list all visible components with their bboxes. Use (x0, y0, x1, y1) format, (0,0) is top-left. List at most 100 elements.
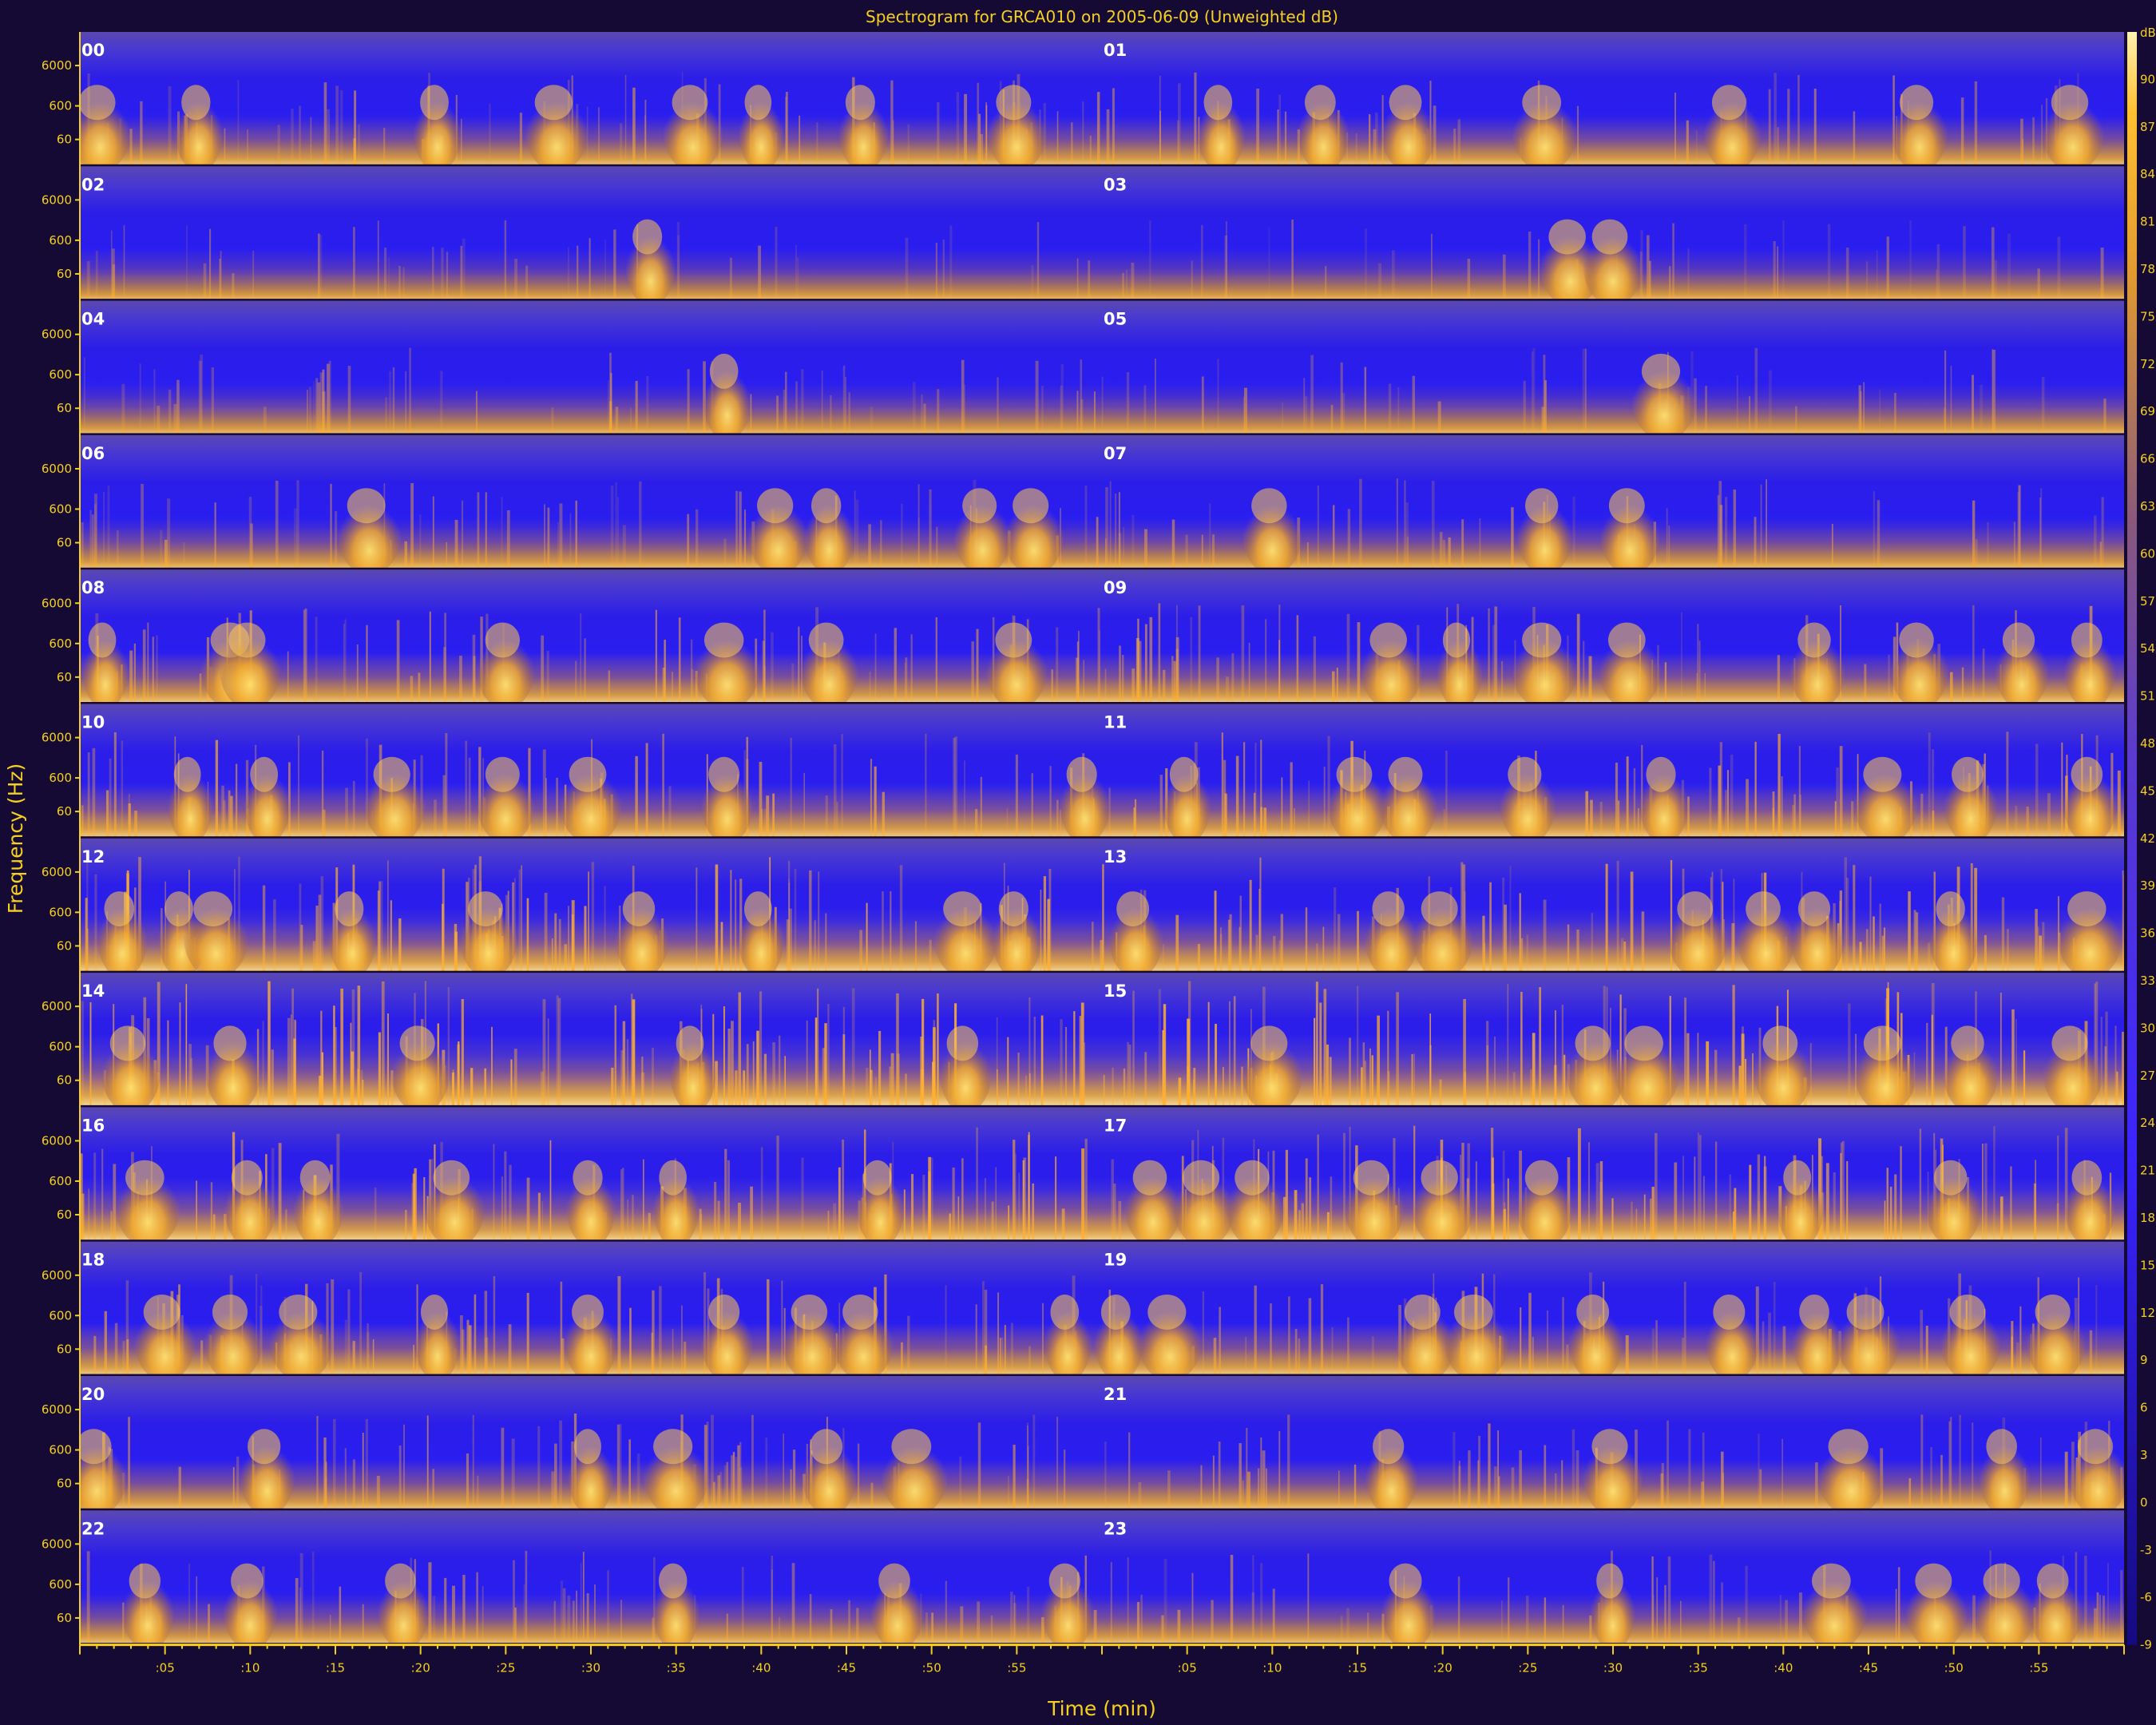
acoustic-event-peak (573, 1160, 603, 1196)
spectral-streak (2122, 1031, 2124, 1106)
spectral-streak (1442, 540, 1446, 569)
spectral-streak (2035, 909, 2038, 972)
acoustic-event-peak (212, 1295, 248, 1330)
spectral-streak (1543, 899, 1547, 972)
spectral-streak (928, 1156, 932, 1240)
spectral-streak (1282, 402, 1283, 434)
spectral-streak (1032, 1414, 1036, 1509)
spectral-streak (1112, 88, 1115, 165)
spectral-streak (1713, 1560, 1715, 1644)
color-bar-tick-label: -6 (2140, 1590, 2152, 1604)
color-bar-gradient (2127, 32, 2137, 1645)
spectral-streak (737, 1445, 740, 1509)
acoustic-event-peak (2051, 1025, 2088, 1061)
spectral-streak (1162, 1029, 1164, 1106)
spectral-streak (911, 1174, 914, 1240)
spectral-streak (997, 1292, 999, 1374)
spectral-streak (1719, 742, 1722, 837)
spectral-streak (1479, 518, 1481, 569)
spectral-streak (1201, 534, 1203, 569)
spectral-streak (1617, 800, 1620, 837)
spectral-streak (1702, 1176, 1705, 1240)
spectral-streak (1340, 1616, 1343, 1644)
spectral-streak (360, 1069, 363, 1106)
spectral-streak (2100, 247, 2104, 299)
color-bar-tick-label: 33 (2140, 974, 2155, 988)
spectral-streak (580, 613, 582, 703)
spectral-streak (454, 519, 458, 569)
acoustic-event-peak (2071, 756, 2103, 792)
spectral-streak (208, 1604, 210, 1644)
spectral-streak (684, 1342, 687, 1374)
spectral-streak (110, 1211, 113, 1240)
spectral-streak (1731, 922, 1735, 972)
spectral-streak (1944, 350, 1947, 434)
spectral-streak (1167, 1470, 1171, 1509)
spectral-streak (1980, 384, 1984, 434)
spectral-streak (1349, 1037, 1351, 1106)
spectral-streak (1836, 767, 1839, 837)
spectral-streak (790, 1469, 792, 1509)
spectrogram-panel: 60006006000 01 (42, 32, 2124, 167)
spectral-streak (1599, 1160, 1603, 1240)
spectral-streak (1507, 984, 1509, 1106)
spectral-streak (1637, 807, 1639, 837)
spectral-streak (1294, 1329, 1298, 1374)
spectral-streak (1584, 348, 1587, 434)
spectral-streak (83, 357, 85, 434)
spectral-streak (558, 918, 561, 972)
spectral-streak (646, 376, 649, 434)
spectral-streak (493, 1276, 496, 1374)
spectral-streak (214, 502, 216, 569)
y-tick-label: 60 (57, 267, 72, 281)
spectral-streak (573, 1600, 575, 1644)
color-bar-tick-label: 45 (2140, 783, 2155, 798)
spectral-streak (905, 1073, 907, 1106)
spectral-streak (1387, 1010, 1389, 1106)
spectral-streak (185, 984, 188, 1106)
spectral-streak (167, 498, 171, 569)
spectral-streak (262, 1021, 264, 1106)
spectral-streak (611, 1067, 614, 1106)
spectral-streak (213, 1214, 216, 1240)
spectral-streak (159, 529, 163, 569)
spectral-streak (1212, 534, 1215, 569)
spectral-streak (1764, 1156, 1766, 1240)
spectral-streak (1699, 1135, 1702, 1240)
spectral-streak (410, 482, 414, 569)
spectrogram-panel: 6000 600 60 14 15 (42, 973, 2124, 1108)
spectral-streak (1864, 664, 1867, 703)
spectral-streak (976, 1127, 978, 1240)
spectral-streak (1858, 385, 1861, 434)
spectral-streak (1697, 624, 1699, 703)
spectral-streak (1782, 220, 1785, 299)
spectral-streak (1060, 1019, 1063, 1106)
spectral-streak (923, 403, 926, 434)
spectral-streak (1500, 660, 1504, 703)
spectral-streak (1686, 120, 1689, 165)
spectral-streak (1084, 486, 1088, 569)
spectral-streak (447, 986, 450, 1106)
spectral-streak (92, 748, 96, 837)
spectral-streak (714, 1181, 717, 1240)
y-tick-label: 600 (49, 905, 72, 919)
spectral-streak (1523, 380, 1526, 434)
spectral-streak (328, 360, 331, 434)
spectral-streak (956, 92, 960, 165)
spectral-streak (501, 1427, 505, 1509)
spectral-streak (509, 1164, 512, 1240)
spectral-streak (1084, 1042, 1085, 1106)
spectral-streak (1171, 519, 1175, 569)
spectral-streak (198, 360, 202, 434)
spectral-streak (426, 1415, 429, 1509)
acoustic-event-peak (1711, 85, 1746, 121)
spectral-streak (1361, 1067, 1363, 1106)
spectral-streak (925, 733, 927, 837)
spectral-streak (1396, 992, 1399, 1106)
spectral-streak (386, 1013, 390, 1106)
spectral-streak (1015, 754, 1018, 837)
spectral-streak (1330, 405, 1334, 434)
y-tick-label: 6000 (42, 1133, 72, 1148)
spectral-streak (1056, 1417, 1059, 1509)
acoustic-event-peak (658, 1563, 688, 1599)
